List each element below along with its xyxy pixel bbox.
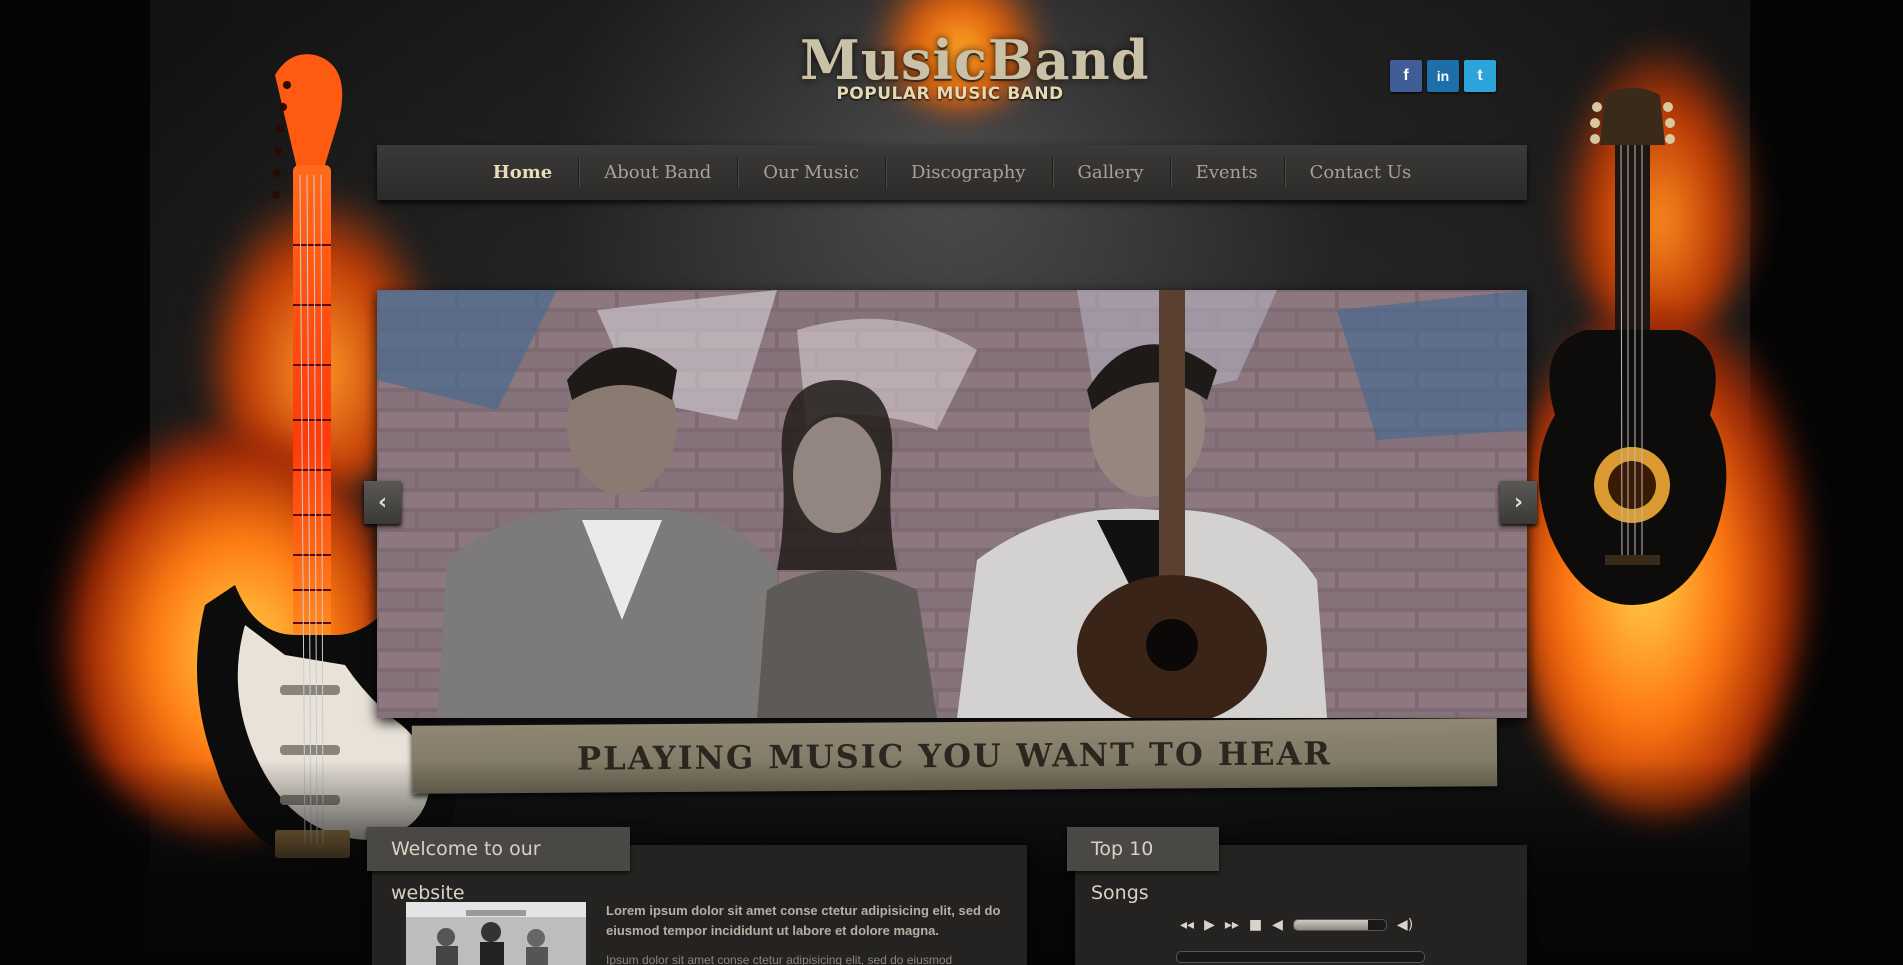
audio-player: ◂◂ ▶ ▸▸ ■ ◀ ◀) <box>1180 915 1413 935</box>
volume-slider[interactable] <box>1292 919 1387 931</box>
slider-prev-button[interactable]: ‹ <box>364 481 401 524</box>
page: MusicBand POPULAR MUSIC BAND f in t Home… <box>0 0 1903 965</box>
top-songs-title: Top 10 Songs <box>1067 827 1219 904</box>
mute-icon[interactable]: ◀ <box>1272 915 1283 935</box>
hero-slider <box>377 290 1527 718</box>
volume-icon[interactable]: ◀) <box>1397 915 1413 935</box>
chevron-right-icon: › <box>1513 490 1524 515</box>
nav-item-contact-us[interactable]: Contact Us <box>1283 145 1438 200</box>
welcome-lead-text: Lorem ipsum dolor sit amet conse ctetur … <box>606 903 1001 938</box>
nav-item-gallery[interactable]: Gallery <box>1051 145 1170 200</box>
nav-item-discography[interactable]: Discography <box>885 145 1052 200</box>
facebook-icon[interactable]: f <box>1390 60 1422 92</box>
chevron-left-icon: ‹ <box>377 490 388 515</box>
social-links: f in t <box>1390 60 1496 92</box>
band-photo <box>377 290 1527 718</box>
rewind-icon[interactable]: ◂◂ <box>1180 915 1194 935</box>
twitter-icon[interactable]: t <box>1464 60 1496 92</box>
nav-item-events[interactable]: Events <box>1169 145 1284 200</box>
welcome-title: Welcome to our website <box>367 827 630 904</box>
volume-level <box>1293 920 1368 930</box>
linkedin-icon[interactable]: in <box>1427 60 1459 92</box>
logo-subtitle: POPULAR MUSIC BAND <box>836 84 1064 104</box>
logo-title: MusicBand <box>800 28 1150 92</box>
main-nav: Home About Band Our Music Discography Ga… <box>377 145 1527 200</box>
site-logo[interactable]: MusicBand POPULAR MUSIC BAND <box>800 28 1150 104</box>
play-icon[interactable]: ▶ <box>1204 915 1215 935</box>
fast-forward-icon[interactable]: ▸▸ <box>1225 915 1239 935</box>
nav-item-home[interactable]: Home <box>467 145 579 200</box>
slider-next-button[interactable]: › <box>1500 481 1537 524</box>
nav-item-about-band[interactable]: About Band <box>578 145 737 200</box>
welcome-body-text: Ipsum dolor sit amet conse ctetur adipis… <box>606 953 953 965</box>
concert-photo <box>406 902 586 965</box>
welcome-thumbnail[interactable] <box>406 902 586 965</box>
stop-icon[interactable]: ■ <box>1249 915 1262 935</box>
nav-item-our-music[interactable]: Our Music <box>737 145 885 200</box>
acoustic-guitar-image <box>1538 87 1727 605</box>
playback-progress-bar[interactable] <box>1176 951 1425 963</box>
